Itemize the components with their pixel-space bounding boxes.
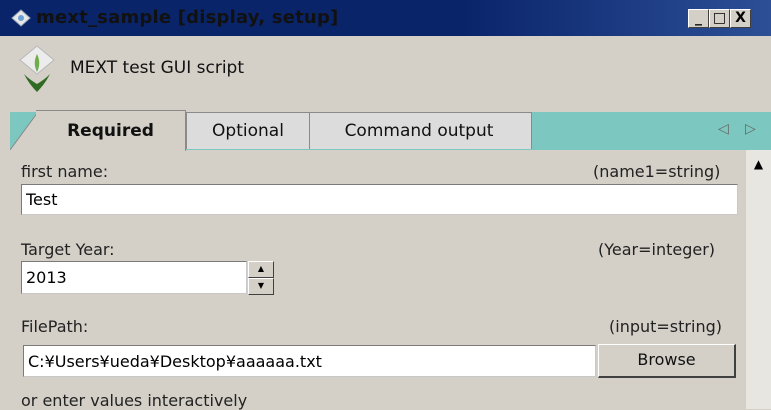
app-icon (11, 9, 31, 27)
vertical-scrollbar[interactable] (746, 150, 771, 409)
minimize-button[interactable]: _ (688, 9, 709, 28)
target-year-input[interactable] (21, 261, 247, 294)
file-path-type-hint: (input=string) (609, 317, 722, 336)
browse-button[interactable]: Browse (598, 344, 736, 378)
first-name-input[interactable] (21, 184, 738, 215)
wing-logo-icon (19, 45, 55, 92)
tab-optional[interactable]: Optional (186, 112, 310, 149)
window-title: mext_sample [display, setup] (36, 7, 339, 28)
tab-required[interactable]: Required (36, 110, 186, 151)
interactive-hint-text: or enter values interactively (21, 391, 248, 410)
file-path-label: FilePath: (21, 317, 89, 336)
year-decrement-button[interactable]: ▼ (248, 278, 274, 295)
year-increment-button[interactable]: ▲ (248, 261, 274, 278)
target-year-type-hint: (Year=integer) (598, 240, 716, 259)
target-year-label: Target Year: (21, 240, 115, 259)
file-path-input[interactable] (23, 345, 596, 377)
first-name-label: first name: (21, 162, 109, 181)
close-button[interactable]: X (730, 9, 751, 28)
maximize-button[interactable]: □ (709, 9, 730, 28)
tab-scroll-left-icon[interactable]: ◁ (718, 121, 729, 137)
first-name-type-hint: (name1=string) (593, 162, 721, 181)
scroll-up-arrow-icon[interactable]: ▲ (746, 152, 771, 176)
tab-scroll-right-icon[interactable]: ▷ (745, 121, 756, 137)
tab-command-output[interactable]: Command output (306, 112, 532, 149)
app-description: MEXT test GUI script (70, 58, 245, 78)
